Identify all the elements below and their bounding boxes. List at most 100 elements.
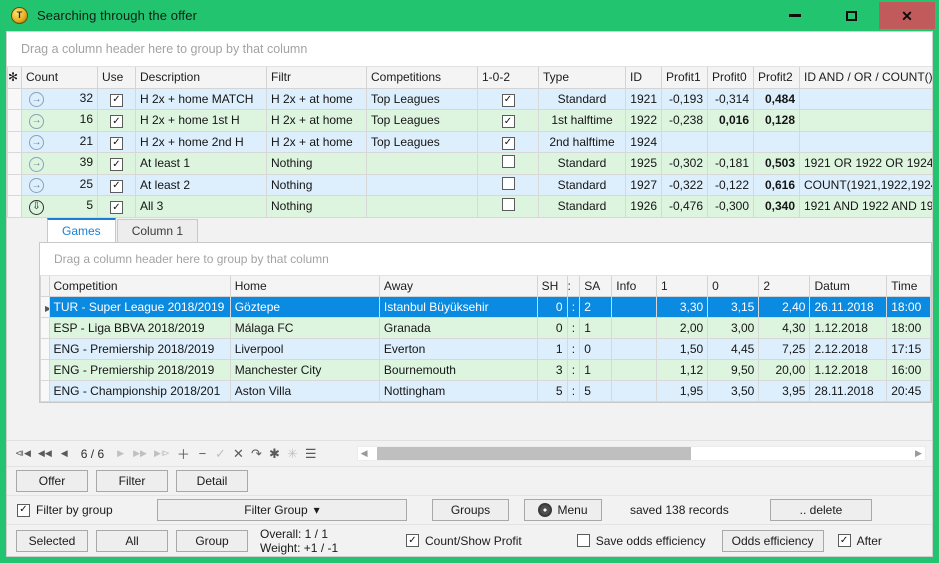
filtr-cell[interactable]: H 2x + at home xyxy=(267,88,367,110)
datum-cell[interactable]: 1.12.2018 xyxy=(810,360,887,381)
home-cell[interactable]: Aston Villa xyxy=(230,381,379,402)
count-show-profit-checkbox[interactable]: ✓ Count/Show Profit xyxy=(406,534,522,548)
last-record-icon[interactable]: ▶⧐ xyxy=(154,447,170,461)
table-row[interactable]: ▶TUR - Super League 2018/2019GöztepeIsta… xyxy=(41,297,931,318)
column-header-sh[interactable]: SH xyxy=(537,276,567,297)
prior-page-icon[interactable]: ◀◀ xyxy=(38,447,52,461)
row-select-cell[interactable] xyxy=(8,174,22,196)
clear-icon[interactable]: ✱ xyxy=(269,447,280,461)
detail-button[interactable]: Detail xyxy=(176,470,248,492)
102-checkbox[interactable] xyxy=(502,177,515,190)
home-cell[interactable]: Manchester City xyxy=(230,360,379,381)
competition-cell[interactable]: TUR - Super League 2018/2019 xyxy=(49,297,230,318)
profit2-cell[interactable] xyxy=(754,131,800,153)
table-row[interactable]: ENG - Premiership 2018/2019LiverpoolEver… xyxy=(41,339,931,360)
next-record-icon[interactable]: ▶ xyxy=(115,447,126,461)
column-header-select-all[interactable]: ✻ xyxy=(8,67,22,88)
away-cell[interactable]: Granada xyxy=(379,318,537,339)
datum-cell[interactable]: 2.12.2018 xyxy=(810,339,887,360)
profit1-cell[interactable]: -0,238 xyxy=(662,110,708,132)
minimize-button[interactable] xyxy=(767,2,823,29)
odd0-cell[interactable]: 9,50 xyxy=(708,360,759,381)
use-checkbox[interactable]: ✓ xyxy=(110,158,123,171)
use-checkbox[interactable]: ✓ xyxy=(110,137,123,150)
count-cell[interactable]: →25 xyxy=(22,174,98,196)
use-cell[interactable]: ✓ xyxy=(98,174,136,196)
profit0-cell[interactable]: -0,122 xyxy=(708,174,754,196)
102-checkbox[interactable]: ✓ xyxy=(502,94,515,107)
odd2-cell[interactable]: 7,25 xyxy=(759,339,810,360)
odd1-cell[interactable]: 2,00 xyxy=(657,318,708,339)
id-cell[interactable]: 1926 xyxy=(626,196,662,218)
cancel-edit-icon[interactable]: ✕ xyxy=(233,447,244,461)
odd0-cell[interactable]: 4,45 xyxy=(708,339,759,360)
save-odds-efficiency-checkbox-box[interactable] xyxy=(577,534,590,547)
column-header-filtr[interactable]: Filtr xyxy=(267,67,367,88)
away-cell[interactable]: Nottingham xyxy=(379,381,537,402)
sh-cell[interactable]: 0 xyxy=(537,297,567,318)
table-row[interactable]: ENG - Championship 2018/201Aston VillaNo… xyxy=(41,381,931,402)
next-page-icon[interactable]: ▶▶ xyxy=(133,447,147,461)
102-checkbox[interactable] xyxy=(502,198,515,211)
table-row[interactable]: →16✓H 2x + home 1st HH 2x + at homeTop L… xyxy=(8,110,934,132)
horizontal-scrollbar[interactable]: ◀ ▶ xyxy=(357,446,926,461)
id-cell[interactable]: 1924 xyxy=(626,131,662,153)
odd2-cell[interactable]: 20,00 xyxy=(759,360,810,381)
datum-cell[interactable]: 26.11.2018 xyxy=(810,297,887,318)
datum-cell[interactable]: 28.11.2018 xyxy=(810,381,887,402)
odd2-cell[interactable]: 4,30 xyxy=(759,318,810,339)
table-row[interactable]: ENG - Premiership 2018/2019Manchester Ci… xyxy=(41,360,931,381)
maximize-button[interactable] xyxy=(823,2,879,29)
save-odds-efficiency-checkbox[interactable]: Save odds efficiency xyxy=(577,534,706,548)
column-header-use[interactable]: Use xyxy=(98,67,136,88)
102-cell[interactable]: ✓ xyxy=(478,131,539,153)
insert-record-icon[interactable]: ＋ xyxy=(177,447,190,461)
profit2-cell[interactable]: 0,128 xyxy=(754,110,800,132)
expression-cell[interactable] xyxy=(800,110,934,132)
description-cell[interactable]: At least 2 xyxy=(136,174,267,196)
type-cell[interactable]: Standard xyxy=(539,153,626,175)
post-edit-icon[interactable]: ✓ xyxy=(215,447,226,461)
odd2-cell[interactable]: 2,40 xyxy=(759,297,810,318)
info-cell[interactable] xyxy=(612,318,657,339)
away-cell[interactable]: Bournemouth xyxy=(379,360,537,381)
profit1-cell[interactable]: -0,322 xyxy=(662,174,708,196)
info-cell[interactable] xyxy=(612,360,657,381)
filtr-cell[interactable]: H 2x + at home xyxy=(267,131,367,153)
competition-cell[interactable]: ENG - Championship 2018/201 xyxy=(49,381,230,402)
sa-cell[interactable]: 1 xyxy=(580,318,612,339)
table-row[interactable]: →39✓At least 1NothingStandard1925-0,302-… xyxy=(8,153,934,175)
delete-record-icon[interactable]: − xyxy=(197,447,208,461)
type-cell[interactable]: 1st halftime xyxy=(539,110,626,132)
odds-efficiency-button[interactable]: Odds efficiency xyxy=(722,530,824,552)
102-checkbox[interactable] xyxy=(502,155,515,168)
profit1-cell[interactable] xyxy=(662,131,708,153)
refresh-icon[interactable]: ↷ xyxy=(251,447,262,461)
use-checkbox[interactable]: ✓ xyxy=(110,115,123,128)
column-header-id[interactable]: ID xyxy=(626,67,662,88)
filter-by-group-checkbox-box[interactable]: ✓ xyxy=(17,504,30,517)
score-separator[interactable]: : xyxy=(567,339,580,360)
close-button[interactable]: ✕ xyxy=(879,2,935,29)
competitions-cell[interactable] xyxy=(367,153,478,175)
scroll-left-icon[interactable]: ◀ xyxy=(358,448,371,459)
time-cell[interactable]: 20:45 xyxy=(887,381,931,402)
tab-games[interactable]: Games xyxy=(47,218,116,242)
count-cell[interactable]: →32 xyxy=(22,88,98,110)
profit2-cell[interactable]: 0,616 xyxy=(754,174,800,196)
column-header-away[interactable]: Away xyxy=(379,276,537,297)
time-cell[interactable]: 18:00 xyxy=(887,297,931,318)
scrollbar-thumb[interactable] xyxy=(377,447,691,460)
column-header-102[interactable]: 1-0-2 xyxy=(478,67,539,88)
away-cell[interactable]: Istanbul Büyüksehir xyxy=(379,297,537,318)
count-show-profit-checkbox-box[interactable]: ✓ xyxy=(406,534,419,547)
id-cell[interactable]: 1921 xyxy=(626,88,662,110)
prior-record-icon[interactable]: ◀ xyxy=(59,447,70,461)
sa-cell[interactable]: 5 xyxy=(580,381,612,402)
expression-cell[interactable] xyxy=(800,131,934,153)
odd1-cell[interactable]: 1,95 xyxy=(657,381,708,402)
102-cell[interactable] xyxy=(478,153,539,175)
home-cell[interactable]: Liverpool xyxy=(230,339,379,360)
away-cell[interactable]: Everton xyxy=(379,339,537,360)
after-checkbox[interactable]: ✓ After xyxy=(838,534,882,548)
